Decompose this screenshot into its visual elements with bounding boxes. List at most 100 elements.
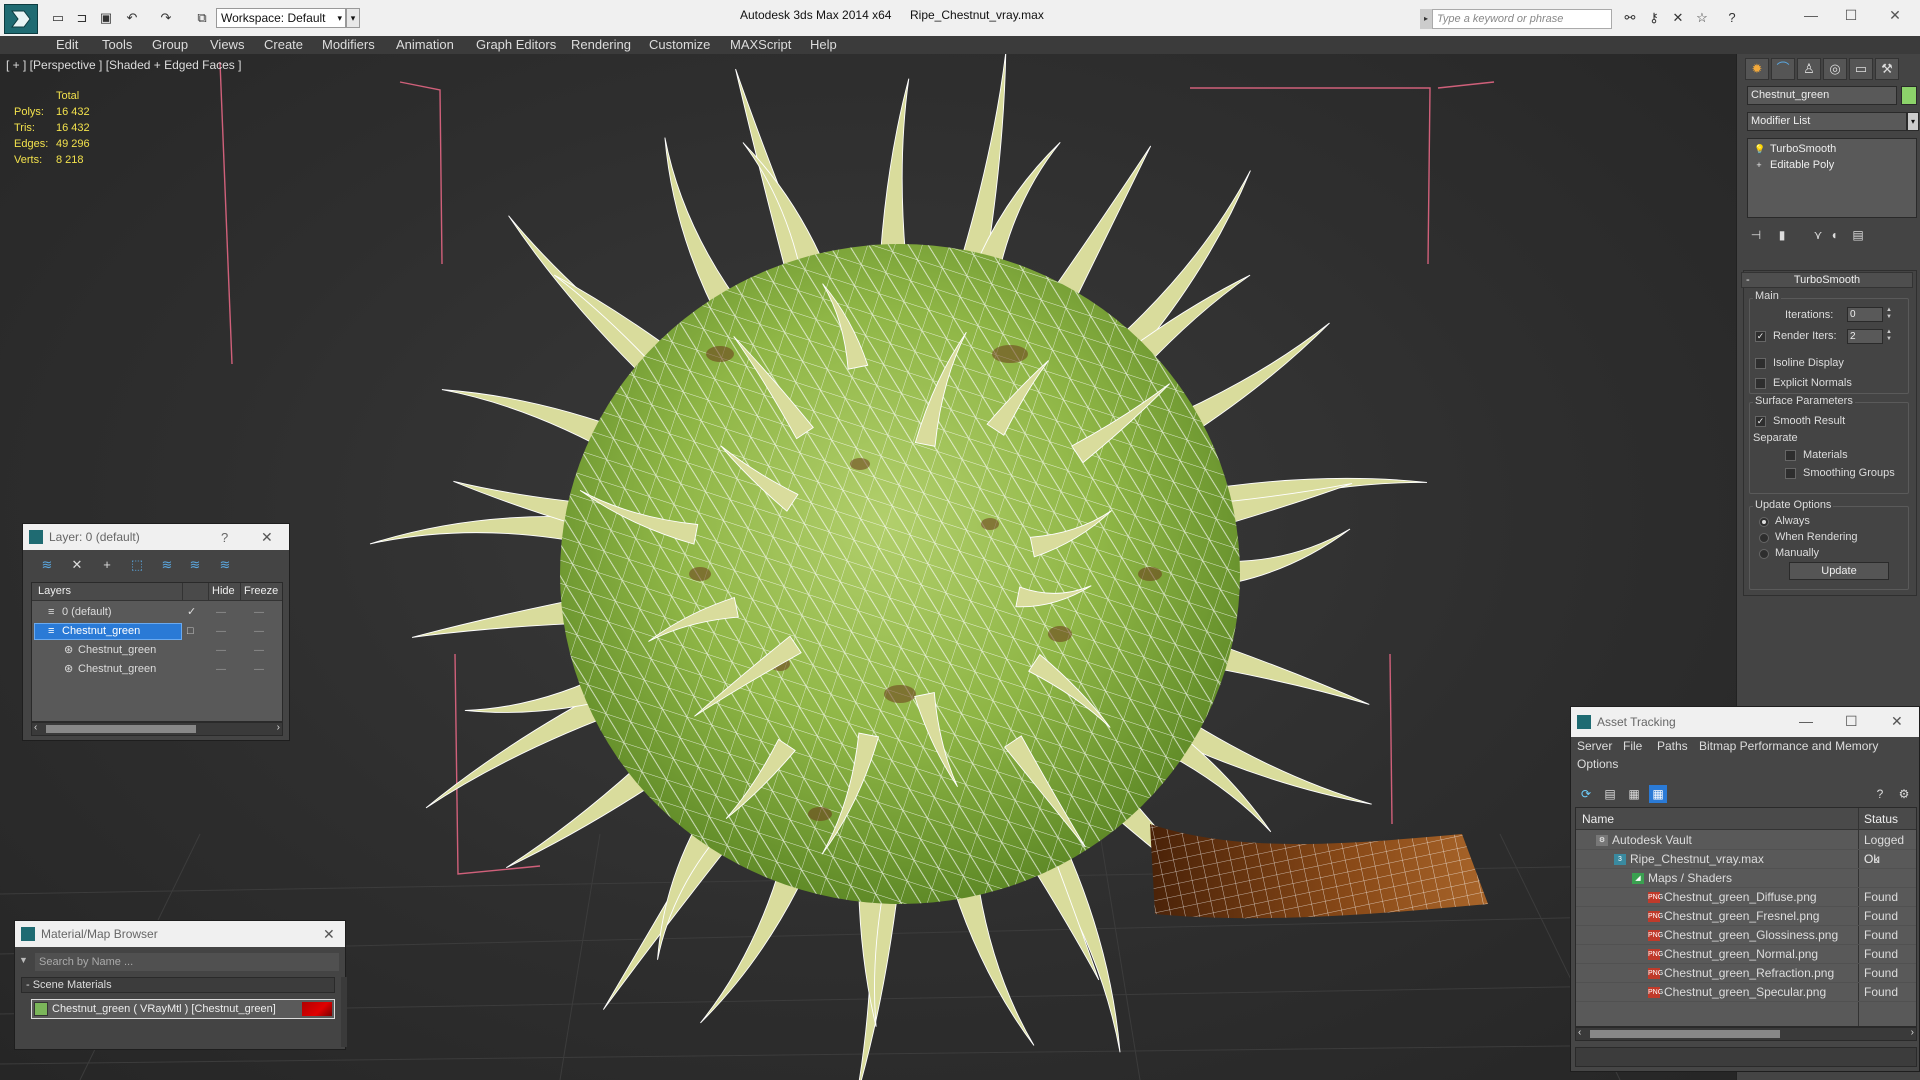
current-layer-check[interactable]: □	[187, 622, 194, 641]
list-view-icon[interactable]: ▤	[1601, 785, 1619, 803]
binoculars-icon[interactable]: ⚯	[1622, 10, 1638, 26]
menu-edit[interactable]: Edit	[56, 37, 78, 52]
motion-tab-icon[interactable]: ◎	[1823, 58, 1847, 80]
viewport-label[interactable]: [ + ] [Perspective ] [Shaded + Edged Fac…	[6, 58, 241, 72]
hide-toggle[interactable]: —	[216, 622, 226, 641]
menu-paths[interactable]: Paths	[1657, 739, 1688, 753]
menu-animation[interactable]: Animation	[396, 37, 454, 52]
menu-maxscript[interactable]: MAXScript	[730, 37, 791, 52]
layer-row[interactable]: ≡ 0 (default) ✓ — —	[32, 603, 282, 622]
scroll-left-icon[interactable]: ‹	[1578, 1027, 1581, 1038]
scroll-right-icon[interactable]: ›	[1911, 1027, 1914, 1038]
smoothing-groups-checkbox[interactable]	[1785, 468, 1796, 479]
column-header-freeze[interactable]: Freeze	[244, 585, 278, 597]
search-by-name-input[interactable]: Search by Name ...	[35, 953, 339, 971]
freeze-toggle[interactable]: —	[254, 603, 264, 622]
column-header-name[interactable]: Name	[1582, 808, 1614, 830]
settings-icon[interactable]: ⚙	[1895, 785, 1913, 803]
lightbulb-icon[interactable]: 💡	[1754, 144, 1765, 154]
asset-row[interactable]: PNG Chestnut_green_Glossiness.png Found	[1576, 926, 1916, 945]
show-end-result-icon[interactable]: ▮	[1773, 226, 1791, 244]
object-name-field[interactable]: Chestnut_green	[1747, 86, 1897, 105]
column-header-layers[interactable]: Layers	[38, 585, 71, 597]
manually-radio[interactable]	[1759, 549, 1769, 559]
freeze-all-icon[interactable]: ≋	[215, 556, 235, 574]
smooth-result-checkbox[interactable]: ✓	[1755, 416, 1766, 427]
menu-views[interactable]: Views	[210, 37, 244, 52]
utilities-tab-icon[interactable]: ⚒	[1875, 58, 1899, 80]
star-icon[interactable]: ☆	[1694, 10, 1710, 26]
maximize-button[interactable]: ☐	[1836, 4, 1866, 26]
menu-bitmap-performance[interactable]: Bitmap Performance and Memory	[1699, 739, 1878, 753]
freeze-toggle[interactable]: —	[254, 622, 264, 641]
help-icon[interactable]: ?	[1871, 785, 1889, 803]
layer-row[interactable]: ⊛ Chestnut_green — —	[32, 641, 282, 660]
workspace-expand-button[interactable]: ▾	[346, 8, 360, 28]
new-file-icon[interactable]: ▭	[50, 10, 66, 26]
search-input[interactable]: Type a keyword or phrase	[1432, 9, 1612, 29]
scrollbar-thumb[interactable]	[46, 725, 196, 733]
delete-layer-icon[interactable]: ✕	[67, 556, 87, 574]
refresh-icon[interactable]: ⟳	[1577, 785, 1595, 803]
open-file-icon[interactable]: ⊐	[74, 10, 90, 26]
render-iters-checkbox[interactable]: ✓	[1755, 331, 1766, 342]
scene-materials-section[interactable]: - Scene Materials	[21, 977, 335, 993]
redo-icon[interactable]: ↷	[158, 10, 174, 26]
layer-row[interactable]: ≡ Chestnut_green □ — —	[32, 622, 282, 641]
object-color-swatch[interactable]	[1901, 86, 1917, 105]
modify-tab-icon[interactable]: ⌒	[1771, 58, 1795, 80]
menu-group[interactable]: Group	[152, 37, 188, 52]
display-tab-icon[interactable]: ▭	[1849, 58, 1873, 80]
menu-help[interactable]: Help	[810, 37, 837, 52]
scroll-left-icon[interactable]: ‹	[34, 722, 37, 733]
freeze-toggle[interactable]: —	[254, 641, 264, 660]
scroll-right-icon[interactable]: ›	[277, 722, 280, 733]
search-expand-button[interactable]: ▸	[1420, 9, 1432, 29]
asset-row[interactable]: PNG Chestnut_green_Refraction.png Found	[1576, 964, 1916, 983]
create-layer-icon[interactable]: ≋	[37, 556, 57, 574]
menu-tools[interactable]: Tools	[102, 37, 132, 52]
column-header-status[interactable]: Status	[1864, 808, 1898, 830]
menu-server[interactable]: Server	[1577, 739, 1612, 753]
vertical-scrollbar[interactable]	[341, 977, 347, 1047]
key-icon[interactable]: ⚷	[1646, 10, 1662, 26]
menu-graph-editors[interactable]: Graph Editors	[476, 37, 556, 52]
create-tab-icon[interactable]: ✹	[1745, 58, 1769, 80]
iterations-spinner[interactable]: 0	[1847, 307, 1883, 322]
always-radio[interactable]	[1759, 517, 1769, 527]
modifier-list-dropdown[interactable]: Modifier List	[1747, 112, 1907, 131]
material-item[interactable]: Chestnut_green ( VRayMtl ) [Chestnut_gre…	[31, 999, 335, 1019]
menu-modifiers[interactable]: Modifiers	[322, 37, 375, 52]
menu-rendering[interactable]: Rendering	[571, 37, 631, 52]
expand-plus-icon[interactable]: +	[1754, 160, 1764, 170]
highlight-layer-icon[interactable]: ≋	[157, 556, 177, 574]
save-file-icon[interactable]: ▣	[98, 10, 114, 26]
pin-stack-icon[interactable]: ⊣	[1747, 226, 1765, 244]
project-folder-icon[interactable]: ⧉	[194, 10, 210, 26]
menu-create[interactable]: Create	[264, 37, 303, 52]
horizontal-scrollbar[interactable]: ‹ ›	[31, 722, 283, 736]
add-to-layer-icon[interactable]: +	[97, 556, 117, 574]
remove-modifier-icon[interactable]: ◖	[1825, 226, 1843, 244]
column-header-hide[interactable]: Hide	[212, 585, 235, 597]
close-button[interactable]: ✕	[323, 926, 335, 943]
app-logo-button[interactable]	[4, 4, 38, 34]
asset-tracking-titlebar[interactable]: Asset Tracking	[1571, 707, 1919, 737]
horizontal-scrollbar[interactable]: ‹ ›	[1575, 1027, 1917, 1041]
turbosmooth-rollout-header[interactable]: - TurboSmooth	[1741, 272, 1913, 288]
spinner-arrows-icon[interactable]: ▲ ▼	[1885, 329, 1893, 344]
asset-row[interactable]: PNG Chestnut_green_Fresnel.png Found	[1576, 907, 1916, 926]
table-view-icon[interactable]: ▦	[1649, 785, 1667, 803]
explicit-normals-checkbox[interactable]	[1755, 378, 1766, 389]
hide-toggle[interactable]: —	[216, 641, 226, 660]
undo-icon[interactable]: ↶	[124, 10, 140, 26]
maximize-button[interactable]: ☐	[1845, 713, 1858, 730]
thumbnail-view-icon[interactable]: ▦	[1625, 785, 1643, 803]
stack-item-editable-poly[interactable]: + Editable Poly	[1750, 157, 1914, 173]
menu-options[interactable]: Options	[1577, 757, 1618, 771]
menu-file[interactable]: File	[1623, 739, 1642, 753]
menu-customize[interactable]: Customize	[649, 37, 710, 52]
close-button[interactable]: ✕	[261, 529, 273, 546]
current-layer-check[interactable]: ✓	[187, 603, 196, 622]
isoline-display-checkbox[interactable]	[1755, 358, 1766, 369]
